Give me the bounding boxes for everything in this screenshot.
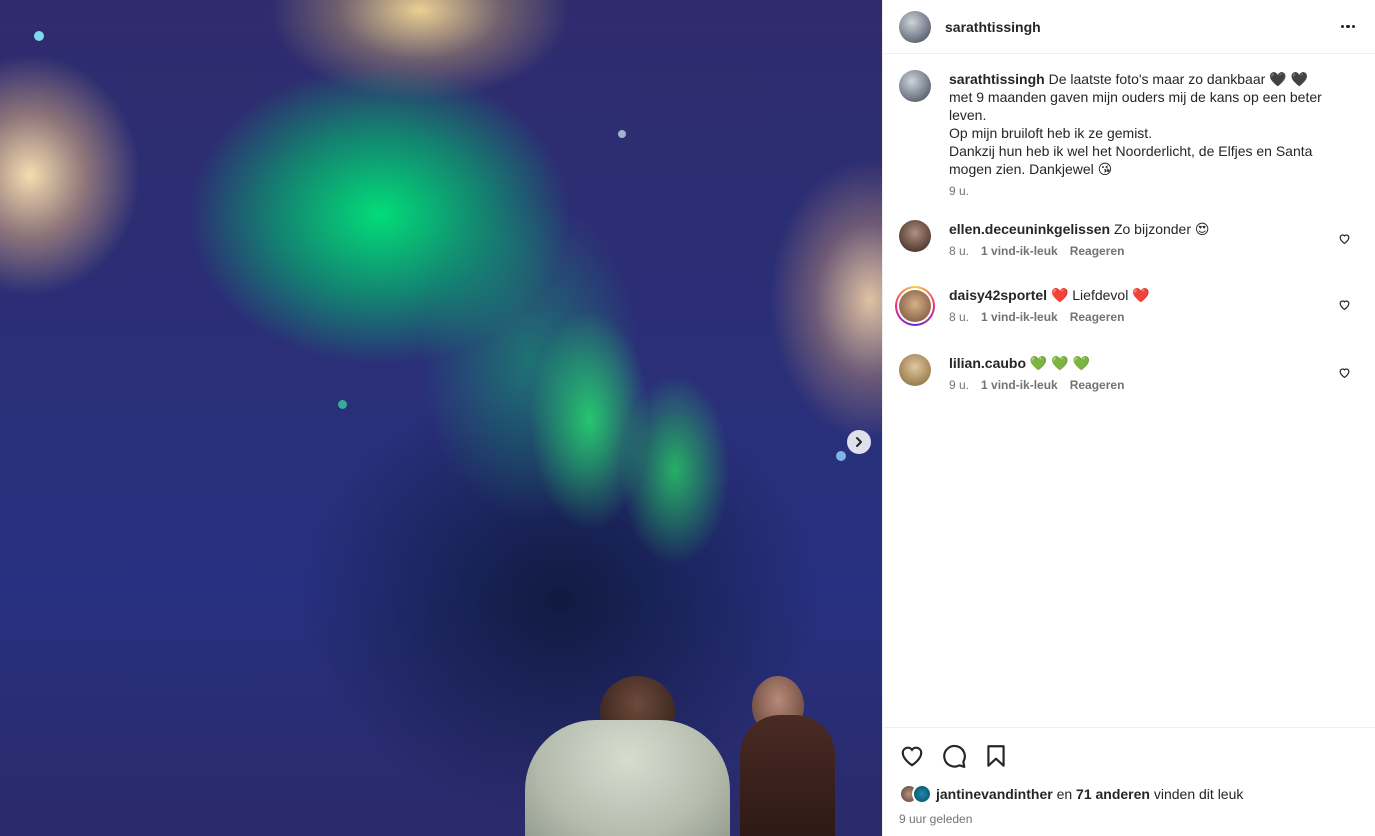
caption-line: De laatste foto's maar zo dankbaar 🖤 🖤 <box>1048 71 1308 87</box>
caption: sarathtissingh De laatste foto's maar zo… <box>899 70 1359 198</box>
post-viewer: sarathtissingh sarathtissingh De laatste… <box>0 0 1375 836</box>
caption-line: met 9 maanden gaven mijn ouders mij de k… <box>949 89 1322 105</box>
comment-likes[interactable]: 1 vind-ik-leuk <box>981 244 1058 258</box>
reply-button[interactable]: Reageren <box>1070 244 1125 258</box>
post-header: sarathtissingh <box>883 0 1375 54</box>
comment-button[interactable] <box>941 743 967 769</box>
comment-time[interactable]: 9 u. <box>949 378 969 392</box>
heart-icon[interactable] <box>1338 366 1351 379</box>
story-ring[interactable] <box>895 286 935 326</box>
reply-button[interactable]: Reageren <box>1070 310 1125 324</box>
person-figure <box>525 720 730 836</box>
likes-summary: jantinevandinther en 71 anderen vinden d… <box>899 784 1359 804</box>
avatar[interactable] <box>899 10 931 43</box>
caption-time[interactable]: 9 u. <box>949 184 969 198</box>
comment-text: ❤️ Liefdevol ❤️ <box>1050 287 1150 303</box>
caption-text: sarathtissingh De laatste foto's maar zo… <box>949 70 1329 178</box>
caption-line: mogen zien. Dankjewel 😘 <box>949 161 1113 177</box>
post-sidebar: sarathtissingh sarathtissingh De laatste… <box>882 0 1375 836</box>
post-footer: jantinevandinther en 71 anderen vinden d… <box>883 727 1375 836</box>
caption-line: Dankzij hun heb ik wel het Noorderlicht,… <box>949 143 1313 159</box>
like-button[interactable] <box>899 743 925 769</box>
caption-line: leven. <box>949 107 987 123</box>
comment-likes[interactable]: 1 vind-ik-leuk <box>981 310 1058 324</box>
comment: daisy42sportel ❤️ Liefdevol ❤️ 8 u. 1 vi… <box>895 286 1359 326</box>
save-button[interactable] <box>983 743 1009 769</box>
more-options-button[interactable] <box>1337 16 1359 38</box>
more-options-icon <box>1340 24 1345 29</box>
comments-list: sarathtissingh De laatste foto's maar zo… <box>883 54 1375 392</box>
avatar[interactable] <box>899 220 931 252</box>
author-username[interactable]: sarathtissingh <box>945 19 1041 35</box>
comment: lilian.caubo 💚 💚 💚 9 u. 1 vind-ik-leuk R… <box>899 354 1359 392</box>
comment-time[interactable]: 8 u. <box>949 310 969 324</box>
caption-username[interactable]: sarathtissingh <box>949 71 1045 87</box>
comment-time[interactable]: 8 u. <box>949 244 969 258</box>
avatar <box>899 290 931 322</box>
next-photo-button[interactable] <box>847 430 871 454</box>
comment-likes[interactable]: 1 vind-ik-leuk <box>981 378 1058 392</box>
light-spot <box>618 130 626 138</box>
bookmark-icon <box>987 745 1005 767</box>
avatar[interactable] <box>899 354 931 386</box>
post-timestamp: 9 uur geleden <box>899 812 973 826</box>
action-bar <box>899 728 1359 778</box>
light-spot <box>338 400 347 409</box>
reply-button[interactable]: Reageren <box>1070 378 1125 392</box>
light-spot <box>836 451 846 461</box>
comment-username[interactable]: daisy42sportel <box>949 287 1047 303</box>
heart-icon[interactable] <box>1338 232 1351 245</box>
light-spot <box>34 31 44 41</box>
avatar <box>912 784 932 804</box>
comment: ellen.deceuninkgelissen Zo bijzonder 😍 8… <box>899 220 1359 258</box>
comment-username[interactable]: lilian.caubo <box>949 355 1026 371</box>
chevron-right-icon <box>856 437 862 447</box>
likes-count[interactable]: 71 anderen <box>1076 786 1150 802</box>
comment-text: Zo bijzonder 😍 <box>1113 221 1210 237</box>
comment-icon <box>943 744 966 768</box>
post-photo[interactable] <box>0 0 882 836</box>
liker-username[interactable]: jantinevandinther <box>936 786 1053 802</box>
heart-icon <box>901 746 923 767</box>
comment-text: 💚 💚 💚 <box>1029 355 1090 371</box>
heart-icon[interactable] <box>1338 298 1351 311</box>
caption-line: Op mijn bruiloft heb ik ze gemist. <box>949 125 1153 141</box>
avatar[interactable] <box>899 70 931 102</box>
person-figure <box>740 715 835 836</box>
comment-username[interactable]: ellen.deceuninkgelissen <box>949 221 1110 237</box>
